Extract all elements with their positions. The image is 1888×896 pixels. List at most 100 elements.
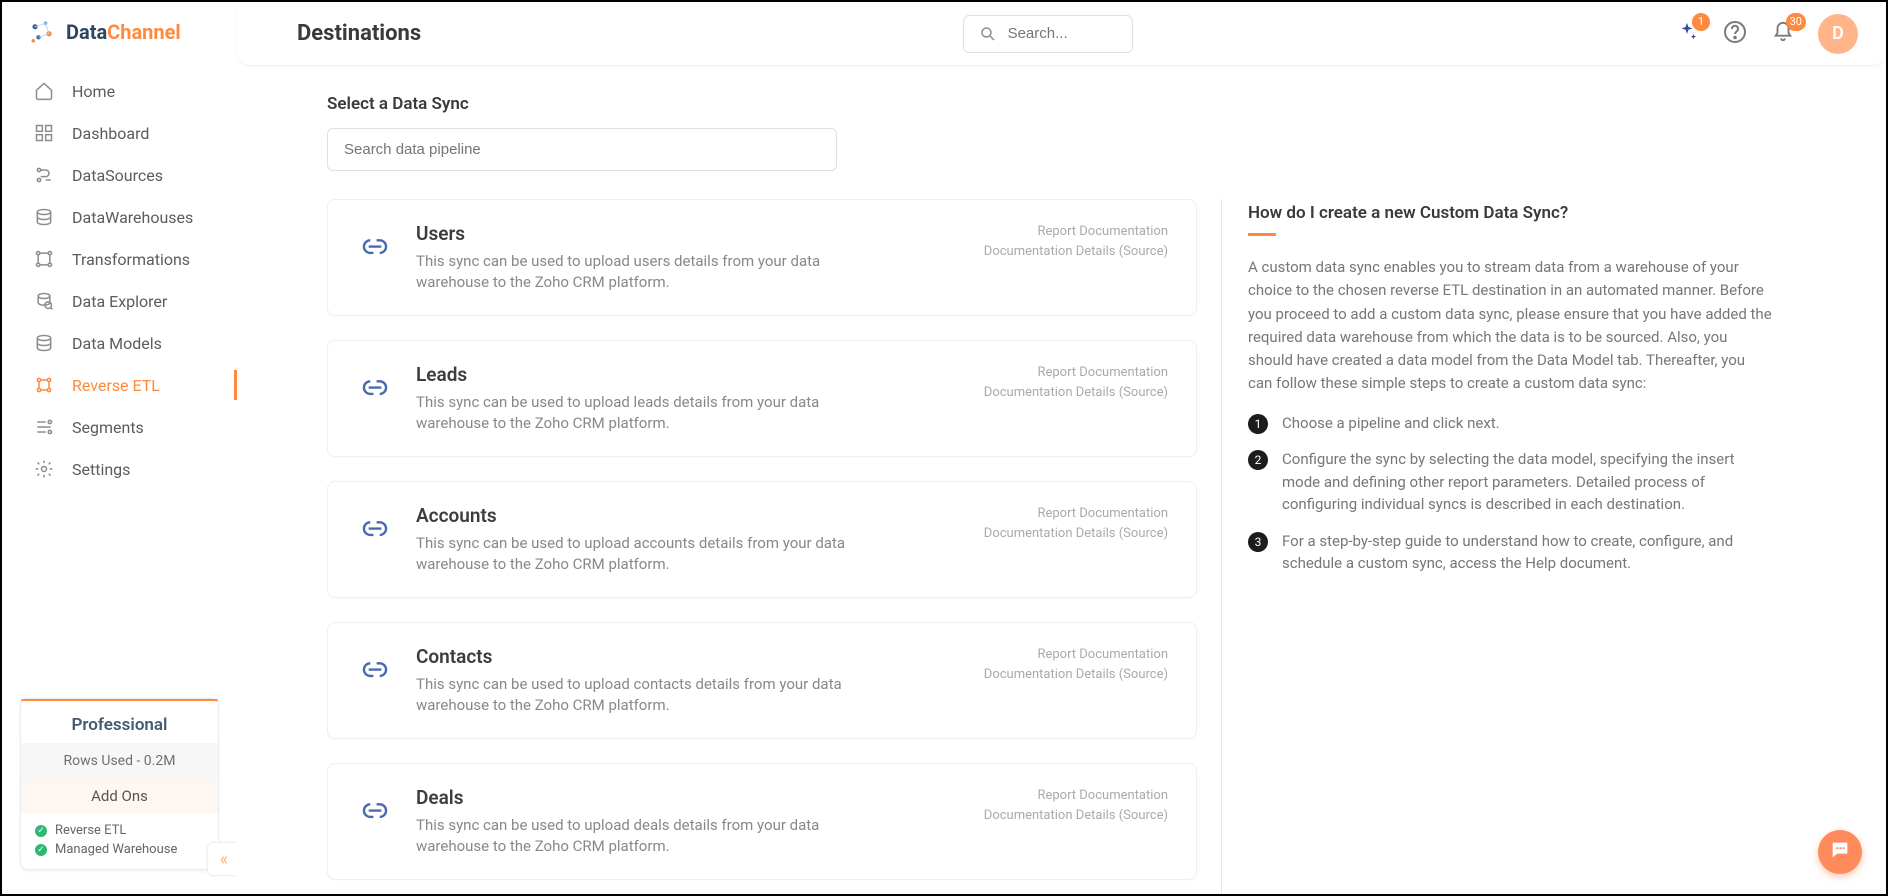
plan-title: Professional: [21, 711, 218, 743]
sync-description: This sync can be used to upload accounts…: [416, 533, 846, 575]
sidebar-item-dashboard[interactable]: Dashboard: [2, 112, 237, 154]
help-title: How do I create a new Custom Data Sync?: [1248, 203, 1773, 223]
sidebar-item-segments[interactable]: Segments: [2, 406, 237, 448]
sidebar-item-label: Dashboard: [72, 124, 149, 143]
segments-icon: [34, 417, 54, 437]
report-documentation-link[interactable]: Report Documentation: [928, 504, 1168, 524]
sync-title: Contacts: [416, 645, 908, 668]
plan-addons-header[interactable]: Add Ons: [21, 779, 218, 813]
sidebar-item-label: Segments: [72, 418, 144, 437]
select-data-sync-heading: Select a Data Sync: [327, 94, 1886, 114]
topbar: Destinations 1: [237, 2, 1886, 66]
sidebar-item-home[interactable]: Home: [2, 70, 237, 112]
link-icon: [356, 367, 394, 405]
brand-logo[interactable]: DataChannel: [2, 2, 237, 70]
documentation-details-link[interactable]: Documentation Details (Source): [928, 383, 1168, 403]
sync-title: Deals: [416, 786, 908, 809]
sync-title: Users: [416, 222, 908, 245]
notifications-badge: 30: [1786, 13, 1806, 31]
link-icon: [356, 508, 394, 546]
help-steps: 1Choose a pipeline and click next. 2Confi…: [1248, 412, 1773, 575]
notifications-button[interactable]: 30: [1770, 21, 1796, 47]
documentation-details-link[interactable]: Documentation Details (Source): [928, 524, 1168, 544]
main: Destinations 1: [237, 2, 1886, 894]
sync-card-accounts[interactable]: Accounts This sync can be used to upload …: [327, 481, 1197, 598]
sidebar-item-label: DataSources: [72, 166, 163, 185]
sidebar-collapse-button[interactable]: «: [207, 842, 241, 876]
report-documentation-link[interactable]: Report Documentation: [928, 363, 1168, 383]
datasources-icon: [34, 165, 54, 185]
sidebar-item-label: Transformations: [72, 250, 190, 269]
sidebar-item-reverse-etl[interactable]: Reverse ETL: [2, 364, 237, 406]
sidebar-item-datasources[interactable]: DataSources: [2, 154, 237, 196]
documentation-details-link[interactable]: Documentation Details (Source): [928, 665, 1168, 685]
plan-addons-list: ✓Reverse ETL✓Managed Warehouse: [21, 813, 218, 869]
data-models-icon: [34, 333, 54, 353]
global-search[interactable]: [963, 15, 1133, 53]
sync-card-contacts[interactable]: Contacts This sync can be used to upload …: [327, 622, 1197, 739]
step-number-icon: 1: [1248, 414, 1268, 434]
sync-card-deals[interactable]: Deals This sync can be used to upload dea…: [327, 763, 1197, 880]
content: Select a Data Sync Users This sync can be…: [237, 66, 1886, 894]
help-icon: [1723, 20, 1747, 48]
help-panel: How do I create a new Custom Data Sync? …: [1248, 199, 1803, 894]
sidebar: DataChannel Home Dashboard DataSources Data…: [2, 2, 237, 894]
sync-description: This sync can be used to upload users de…: [416, 251, 846, 293]
brand-text: DataChannel: [66, 20, 181, 44]
sync-description: This sync can be used to upload deals de…: [416, 815, 846, 857]
home-icon: [34, 81, 54, 101]
help-step: 3For a step-by-step guide to understand …: [1248, 530, 1773, 575]
datawarehouses-icon: [34, 207, 54, 227]
sync-card-users[interactable]: Users This sync can be used to upload use…: [327, 199, 1197, 316]
avatar[interactable]: D: [1818, 14, 1858, 54]
step-number-icon: 3: [1248, 532, 1268, 552]
sidebar-item-datawarehouses[interactable]: DataWarehouses: [2, 196, 237, 238]
transformations-icon: [34, 249, 54, 269]
documentation-details-link[interactable]: Documentation Details (Source): [928, 242, 1168, 262]
pipeline-search-input[interactable]: [327, 128, 837, 171]
sidebar-item-settings[interactable]: Settings: [2, 448, 237, 490]
sidebar-item-label: DataWarehouses: [72, 208, 193, 227]
link-icon: [356, 649, 394, 687]
sync-card-leads[interactable]: LeadsThis sync can be used to upload lea…: [327, 340, 1197, 457]
help-paragraph: A custom data sync enables you to stream…: [1248, 256, 1773, 396]
sidebar-item-transformations[interactable]: Transformations: [2, 238, 237, 280]
sidebar-item-data-explorer[interactable]: Data Explorer: [2, 280, 237, 322]
report-documentation-link[interactable]: Report Documentation: [928, 645, 1168, 665]
help-button[interactable]: [1722, 21, 1748, 47]
report-documentation-link[interactable]: Report Documentation: [928, 786, 1168, 806]
sidebar-nav: Home Dashboard DataSources DataWarehouses Tr…: [2, 70, 237, 490]
step-number-icon: 2: [1248, 450, 1268, 470]
sync-title: Accounts: [416, 504, 908, 527]
check-icon: ✓: [35, 844, 47, 856]
sidebar-item-label: Data Explorer: [72, 292, 167, 311]
sidebar-item-label: Reverse ETL: [72, 376, 160, 395]
plan-addon-item: ✓Managed Warehouse: [35, 840, 204, 859]
help-step: 1Choose a pipeline and click next.: [1248, 412, 1773, 435]
sparkle-badge: 1: [1692, 13, 1710, 31]
settings-icon: [34, 459, 54, 479]
report-documentation-link[interactable]: Report Documentation: [928, 222, 1168, 242]
chat-launcher[interactable]: [1818, 830, 1862, 874]
sidebar-item-label: Data Models: [72, 334, 162, 353]
link-icon: [356, 226, 394, 264]
help-step: 2Configure the sync by selecting the dat…: [1248, 448, 1773, 516]
sync-description: This sync can be used to upload contacts…: [416, 674, 846, 716]
link-icon: [356, 790, 394, 828]
vertical-divider: [1221, 199, 1222, 894]
ai-sparkle-button[interactable]: 1: [1674, 21, 1700, 47]
sync-description: This sync can be used to upload leads de…: [416, 392, 846, 434]
chat-icon: [1829, 839, 1851, 865]
dashboard-icon: [34, 123, 54, 143]
sidebar-item-label: Home: [72, 82, 115, 101]
sidebar-item-data-models[interactable]: Data Models: [2, 322, 237, 364]
sync-list[interactable]: Users This sync can be used to upload use…: [327, 199, 1207, 894]
plan-addon-item: ✓Reverse ETL: [35, 821, 204, 840]
documentation-details-link[interactable]: Documentation Details (Source): [928, 806, 1168, 826]
global-search-input[interactable]: [1008, 25, 1118, 42]
brand-mark-icon: [28, 18, 56, 46]
data-explorer-icon: [34, 291, 54, 311]
page-title: Destinations: [297, 21, 421, 46]
reverse-etl-icon: [34, 375, 54, 395]
search-icon: [978, 24, 998, 44]
